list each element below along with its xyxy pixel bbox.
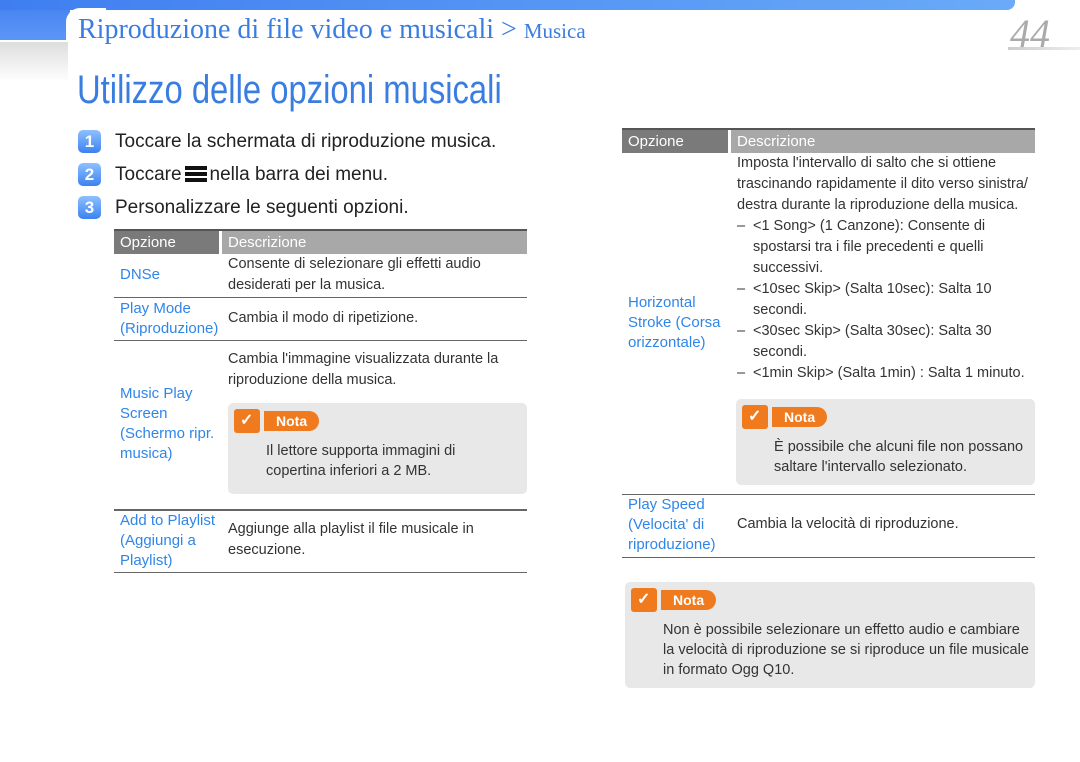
left-table-header: Opzione Descrizione bbox=[114, 229, 527, 254]
list-item: <1min Skip> (Salta 1min) : Salta 1 minut… bbox=[737, 363, 1033, 384]
header-description: Descrizione bbox=[731, 130, 1035, 153]
breadcrumb-page: Musica bbox=[523, 19, 586, 43]
table-row: Play Mode (Riproduzione) Cambia il modo … bbox=[114, 298, 527, 341]
page-number-underline bbox=[1008, 47, 1080, 50]
note-badge: Nota bbox=[234, 409, 320, 433]
option-description: Imposta l'intervallo di salto che si ott… bbox=[737, 153, 1033, 384]
table-row: Add to Playlist (Aggiungi a Playlist) Ag… bbox=[114, 510, 527, 573]
list-item: <10sec Skip> (Salta 10sec): Salta 10 sec… bbox=[737, 279, 1033, 321]
menu-icon bbox=[184, 166, 207, 182]
list-item: <1 Song> (1 Canzone): Consente di sposta… bbox=[737, 216, 1033, 279]
note-check-icon bbox=[742, 405, 768, 429]
header-shadow bbox=[0, 42, 68, 82]
note-check-icon bbox=[234, 409, 260, 433]
step-text-3: Personalizzare le seguenti opzioni. bbox=[115, 197, 409, 218]
breadcrumb-separator: > bbox=[501, 14, 517, 45]
skip-options-list: <1 Song> (1 Canzone): Consente di sposta… bbox=[737, 216, 1033, 384]
step-text-before: Toccare bbox=[115, 164, 182, 185]
list-item: <30sec Skip> (Salta 30sec): Salta 30 sec… bbox=[737, 321, 1033, 363]
table-row: DNSe Consente di selezionare gli effetti… bbox=[114, 254, 527, 298]
note-label: Nota bbox=[661, 590, 717, 610]
header-option: Opzione bbox=[114, 231, 219, 254]
page-title: Utilizzo delle opzioni musicali bbox=[77, 68, 502, 112]
step-text-after: nella barra dei menu. bbox=[209, 164, 389, 185]
table-row: Horizontal Stroke (Corsa orizzontale) Im… bbox=[622, 153, 1035, 495]
note-text: È possibile che alcuni file non possano … bbox=[774, 439, 1024, 475]
option-description: Cambia il modo di ripetizione. bbox=[228, 310, 419, 326]
note-label: Nota bbox=[264, 411, 320, 431]
option-name: Add to Playlist (Aggiungi a Playlist) bbox=[120, 512, 216, 569]
note-check-icon bbox=[631, 588, 657, 612]
option-description: Aggiunge alla playlist il file musicale … bbox=[228, 521, 474, 558]
table-row: Music Play Screen (Schermo ripr. musica)… bbox=[114, 341, 527, 510]
option-description: Cambia la velocità di riproduzione. bbox=[737, 516, 959, 532]
option-name: DNSe bbox=[120, 266, 161, 283]
note-text: Il lettore supporta immagini di copertin… bbox=[266, 443, 456, 479]
note-badge: Nota bbox=[742, 405, 828, 429]
step-text-2: Toccare nella barra dei menu. bbox=[115, 164, 388, 186]
note-label: Nota bbox=[772, 407, 828, 427]
note-text: Non è possibile selezionare un effetto a… bbox=[663, 622, 1029, 678]
header-tab bbox=[0, 10, 70, 40]
right-table-header: Opzione Descrizione bbox=[622, 128, 1035, 153]
note-box: Nota Il lettore supporta immagini di cop… bbox=[228, 403, 527, 494]
step-badge-3: 3 bbox=[78, 196, 101, 219]
bottom-note-box: Nota Non è possibile selezionare un effe… bbox=[625, 582, 1035, 688]
note-badge: Nota bbox=[631, 588, 717, 612]
step-text-1: Toccare la schermata di riproduzione mus… bbox=[115, 131, 497, 152]
option-description: Cambia l'immagine visualizzata durante l… bbox=[228, 351, 499, 388]
step-badge-1: 1 bbox=[78, 130, 101, 153]
note-box: Nota È possibile che alcuni file non pos… bbox=[736, 399, 1035, 485]
step-badge-2: 2 bbox=[78, 163, 101, 186]
option-description: Consente di selezionare gli effetti audi… bbox=[228, 256, 481, 293]
top-bar bbox=[0, 0, 1015, 10]
option-name: Play Speed (Velocita' di riproduzione) bbox=[628, 496, 716, 553]
header-description: Descrizione bbox=[222, 231, 527, 254]
description-text: Imposta l'intervallo di salto che si ott… bbox=[737, 155, 1028, 213]
option-name: Play Mode (Riproduzione) bbox=[120, 300, 219, 337]
table-row: Play Speed (Velocita' di riproduzione) C… bbox=[622, 495, 1035, 558]
option-name: Music Play Screen (Schermo ripr. musica) bbox=[120, 385, 215, 462]
header-option: Opzione bbox=[622, 130, 728, 153]
breadcrumb-section[interactable]: Riproduzione di file video e musicali bbox=[78, 14, 494, 45]
breadcrumb: Riproduzione di file video e musicali > … bbox=[78, 14, 586, 46]
option-name: Horizontal Stroke (Corsa orizzontale) bbox=[628, 294, 721, 351]
